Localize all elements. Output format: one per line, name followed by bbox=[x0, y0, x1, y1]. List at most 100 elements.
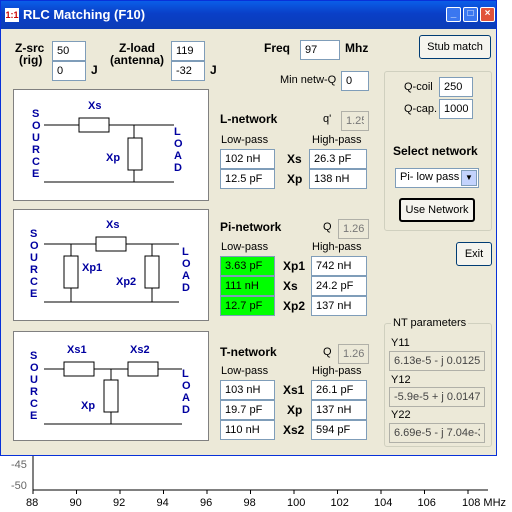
x-tick-label: 108 MHz bbox=[462, 497, 506, 509]
t-highpass-header: High-pass bbox=[312, 365, 362, 377]
l-xs-label: Xs bbox=[88, 100, 102, 112]
x-tick-label: 104 bbox=[374, 497, 392, 509]
maximize-button[interactable]: □ bbox=[463, 7, 478, 22]
t-xs2-row-label: Xs2 bbox=[283, 423, 305, 437]
l-xs-highpass[interactable] bbox=[309, 149, 367, 169]
l-load-label: LOAD bbox=[174, 126, 183, 174]
l-network-title: L-network bbox=[220, 112, 278, 126]
l-network-diagram: Xs Xp SOURCE LOAD bbox=[13, 89, 209, 201]
app-icon: 1:1 bbox=[5, 8, 19, 22]
nt-parameters-title: NT parameters bbox=[391, 317, 469, 329]
q-cap-input[interactable] bbox=[439, 99, 473, 119]
title-bar[interactable]: 1:1 RLC Matching (F10) _ □ × bbox=[1, 1, 496, 29]
pi-xp1-highpass[interactable] bbox=[311, 256, 367, 276]
t-network-schematic bbox=[44, 361, 182, 425]
t-xp-highpass[interactable] bbox=[311, 400, 367, 420]
chart-canvas: -45 -50 88 90 92 94 96 98 100 102 104 106 108 MHz bbox=[11, 456, 506, 509]
q-cap-label: Q-cap. bbox=[404, 103, 438, 115]
l-xp-row-label: Xp bbox=[287, 172, 303, 186]
l-q-value bbox=[341, 111, 369, 131]
l-highpass-header: High-pass bbox=[312, 134, 362, 146]
pi-highpass-header: High-pass bbox=[312, 241, 362, 253]
zsrc-r-input[interactable] bbox=[52, 41, 86, 61]
l-xp-lowpass[interactable] bbox=[220, 169, 275, 189]
y12-value bbox=[389, 387, 485, 407]
use-network-button[interactable]: Use Network bbox=[399, 198, 475, 222]
t-xs1-row-label: Xs1 bbox=[283, 383, 305, 397]
zload-r-input[interactable] bbox=[171, 41, 205, 61]
pi-xs-row-label: Xs bbox=[283, 279, 298, 293]
x-tick-label: 90 bbox=[70, 497, 82, 509]
pi-network-diagram: Xs Xp1 Xp2 SOURCE LOAD bbox=[13, 209, 209, 321]
freq-input[interactable] bbox=[300, 40, 340, 60]
window-title: RLC Matching (F10) bbox=[23, 7, 146, 22]
pi-xs-lowpass[interactable] bbox=[220, 276, 275, 296]
t-xp-label: Xp bbox=[81, 400, 96, 412]
swr-chart: -45 -50 88 90 92 94 96 98 100 102 104 106 108 MHz bbox=[0, 456, 512, 512]
stub-match-button[interactable]: Stub match bbox=[419, 35, 491, 59]
x-tick-label: 102 bbox=[331, 497, 349, 509]
t-xs2-highpass[interactable] bbox=[311, 420, 367, 440]
x-tick-label: 88 bbox=[26, 497, 38, 509]
pi-xp2-label: Xp2 bbox=[116, 276, 137, 288]
pi-network-title: Pi-network bbox=[220, 220, 282, 234]
l-xs-row-label: Xs bbox=[287, 152, 302, 166]
t-xs2-label: Xs2 bbox=[130, 344, 150, 356]
zsrc-unit: J bbox=[91, 63, 98, 77]
t-xs2-lowpass[interactable] bbox=[220, 420, 275, 440]
pi-xp2-lowpass[interactable] bbox=[220, 296, 275, 316]
zload-unit: J bbox=[210, 63, 217, 77]
t-load-label: LOAD bbox=[182, 368, 191, 416]
q-coil-label: Q-coil bbox=[404, 81, 433, 93]
l-xp-label: Xp bbox=[106, 152, 121, 164]
exit-button[interactable]: Exit bbox=[456, 242, 492, 266]
t-xp-row-label: Xp bbox=[287, 403, 303, 417]
y-tick-label: -50 bbox=[11, 480, 27, 492]
close-button[interactable]: × bbox=[480, 7, 495, 22]
pi-q-value bbox=[338, 219, 369, 239]
x-tick-label: 106 bbox=[418, 497, 436, 509]
zload-x-input[interactable] bbox=[171, 61, 205, 81]
pi-xs-highpass[interactable] bbox=[311, 276, 367, 296]
chevron-down-icon[interactable]: ▼ bbox=[461, 170, 477, 186]
l-q-label: q' bbox=[323, 113, 332, 125]
x-tick-label: 100 bbox=[287, 497, 305, 509]
pi-q-label: Q bbox=[323, 221, 332, 233]
x-tick-label: 98 bbox=[244, 497, 256, 509]
pi-xp1-lowpass[interactable] bbox=[220, 256, 275, 276]
freq-label: Freq bbox=[264, 41, 291, 55]
freq-unit: Mhz bbox=[345, 41, 369, 55]
rlc-matching-window: 1:1 RLC Matching (F10) _ □ × Z-src (rig)… bbox=[0, 0, 497, 456]
min-q-input[interactable] bbox=[341, 71, 369, 91]
y11-value bbox=[389, 351, 485, 371]
zload-sublabel: (antenna) bbox=[110, 53, 164, 67]
x-tick-label: 92 bbox=[113, 497, 125, 509]
zsrc-sublabel: (rig) bbox=[19, 53, 43, 67]
l-xp-highpass[interactable] bbox=[309, 169, 367, 189]
t-lowpass-header: Low-pass bbox=[221, 365, 269, 377]
l-lowpass-header: Low-pass bbox=[221, 134, 269, 146]
zsrc-x-input[interactable] bbox=[52, 61, 86, 81]
l-xs-lowpass[interactable] bbox=[220, 149, 275, 169]
pi-lowpass-header: Low-pass bbox=[221, 241, 269, 253]
y11-label: Y11 bbox=[391, 337, 410, 349]
t-network-title: T-network bbox=[220, 345, 277, 359]
min-q-label: Min netw-Q bbox=[280, 74, 337, 86]
pi-xs-label: Xs bbox=[106, 219, 120, 231]
select-network-label: Select network bbox=[393, 144, 478, 158]
network-select[interactable]: Pi- low pass ▼ bbox=[395, 168, 479, 188]
t-xs1-highpass[interactable] bbox=[311, 380, 367, 400]
q-coil-input[interactable] bbox=[439, 77, 473, 97]
minimize-button[interactable]: _ bbox=[446, 7, 461, 22]
t-q-value bbox=[338, 344, 369, 364]
l-source-label: SOURCE bbox=[32, 108, 41, 180]
pi-xp2-highpass[interactable] bbox=[311, 296, 367, 316]
pi-xp1-label: Xp1 bbox=[82, 262, 103, 274]
t-xs1-lowpass[interactable] bbox=[220, 380, 275, 400]
t-xp-lowpass[interactable] bbox=[220, 400, 275, 420]
pi-load-label: LOAD bbox=[182, 246, 191, 294]
pi-source-label: SOURCE bbox=[30, 228, 39, 300]
x-tick-label: 94 bbox=[157, 497, 169, 509]
t-q-label: Q bbox=[323, 346, 332, 358]
t-source-label: SOURCE bbox=[30, 350, 39, 422]
